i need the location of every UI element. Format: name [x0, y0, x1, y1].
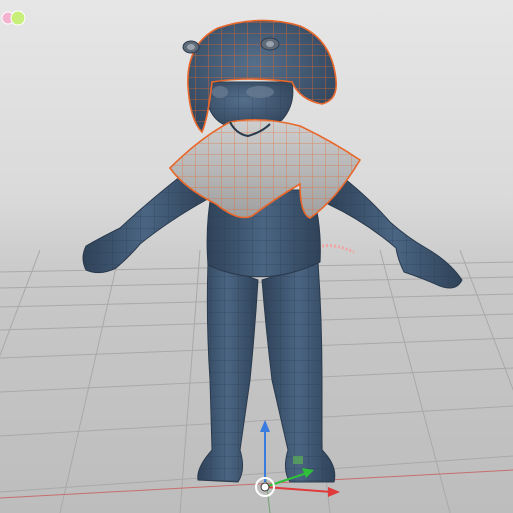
light-dot-green: [10, 10, 26, 26]
hood-ear-left: [182, 40, 200, 54]
lights-indicator-icon[interactable]: [0, 9, 26, 27]
eye-left: [212, 86, 228, 98]
x-axis-arrow-head[interactable]: [328, 487, 340, 497]
vertex-cluster: [321, 244, 355, 254]
3d-viewport[interactable]: [0, 0, 513, 513]
x-axis-arrow[interactable]: [264, 486, 333, 493]
hood-ear-right: [260, 37, 280, 51]
y-axis-arrow-head[interactable]: [260, 420, 270, 432]
eye-right: [246, 86, 274, 98]
plane-handle[interactable]: [293, 456, 303, 464]
viewport-scene[interactable]: [0, 0, 513, 513]
